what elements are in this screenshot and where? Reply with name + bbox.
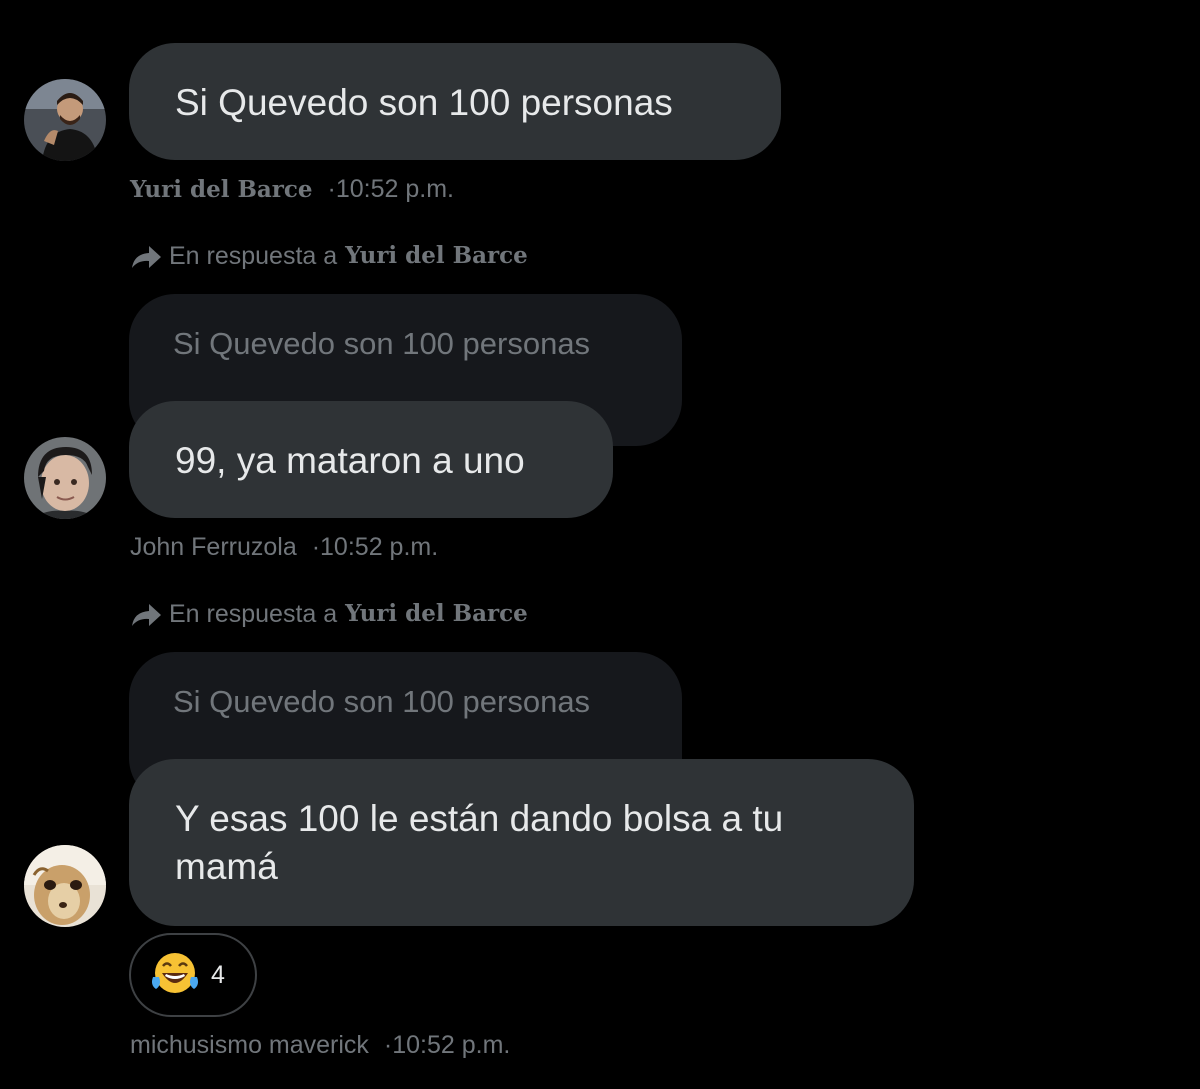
message-meta: Yuri del Barce ·10:52 p.m. [130,173,454,206]
reply-to-name: Yuri del Barce [345,242,528,269]
message-bubble[interactable]: Si Quevedo son 100 personas [129,43,781,160]
message-meta: michusismo maverick ·10:52 p.m. [130,1029,510,1061]
message-bubble[interactable]: 99, ya mataron a uno [129,401,613,518]
meerkat-photo-icon [24,845,106,927]
message-text-line: mamá [175,846,278,887]
avatar-yuri[interactable] [24,79,106,161]
avatar-john[interactable] [24,437,106,519]
reply-context[interactable]: En respuesta a Yuri del Barce [130,597,528,631]
reply-context[interactable]: En respuesta a Yuri del Barce [130,239,528,273]
author-name[interactable]: michusismo maverick [130,1031,369,1059]
face-with-tears-of-joy-icon [152,953,198,993]
reaction-pill[interactable]: 4 [129,933,257,1017]
message-bubble[interactable]: Y esas 100 le están dando bolsa a tu mam… [129,759,914,926]
timestamp: 10:52 p.m. [320,533,439,561]
message-text: 99, ya mataron a uno [175,440,525,481]
timestamp: 10:52 p.m. [392,1031,511,1059]
reply-to-name: Yuri del Barce [345,600,528,627]
user-photo-icon [24,437,106,519]
reply-arrow-icon [132,604,161,626]
reply-arrow-icon [132,246,161,268]
reaction-count: 4 [211,960,225,989]
message-meta: John Ferruzola ·10:52 p.m. [130,531,438,563]
author-name[interactable]: John Ferruzola [130,533,297,561]
quoted-text: Si Quevedo son 100 personas [173,326,591,361]
author-name[interactable]: Yuri del Barce [130,176,313,203]
quoted-text: Si Quevedo son 100 personas [173,684,591,719]
message-text-line: Y esas 100 le están dando bolsa a tu [175,798,784,839]
avatar-michusismo[interactable] [24,845,106,927]
meta-separator: · [311,533,321,561]
reply-prefix: En respuesta a [169,242,338,270]
message-text: Si Quevedo son 100 personas [175,82,673,123]
user-photo-icon [24,79,106,161]
meta-separator: · [327,175,336,203]
timestamp: 10:52 p.m. [335,175,454,203]
reply-prefix: En respuesta a [169,600,338,628]
meta-separator: · [383,1031,393,1059]
